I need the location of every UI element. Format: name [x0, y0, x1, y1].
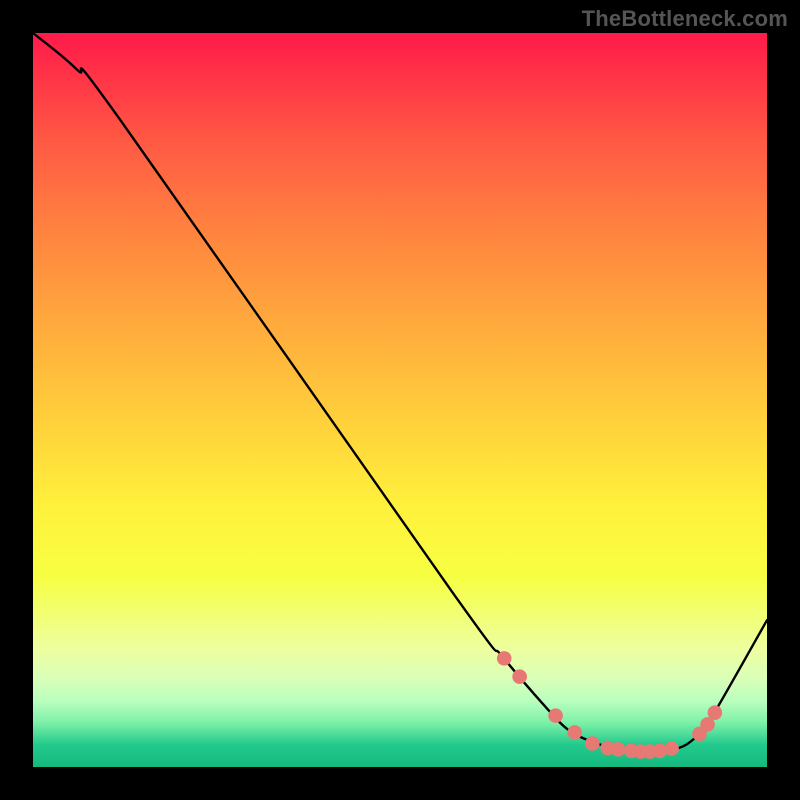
- bottleneck-curve: [33, 33, 767, 751]
- data-marker: [708, 705, 723, 720]
- data-marker: [548, 708, 563, 723]
- data-marker: [567, 725, 582, 740]
- curve-svg: [33, 33, 767, 767]
- plot-area: [33, 33, 767, 767]
- data-marker: [585, 736, 600, 751]
- data-marker: [497, 651, 512, 666]
- data-marker: [664, 741, 679, 756]
- watermark-label: TheBottleneck.com: [582, 6, 788, 32]
- data-marker: [611, 742, 626, 757]
- data-marker: [512, 669, 527, 684]
- chart-frame: TheBottleneck.com: [0, 0, 800, 800]
